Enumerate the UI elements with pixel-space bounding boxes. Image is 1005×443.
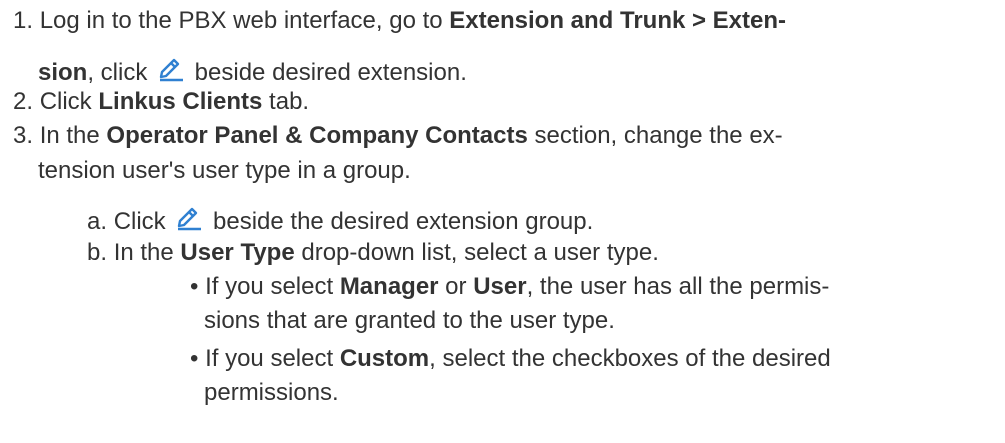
step-text: , select the checkboxes of the desired xyxy=(429,345,831,372)
step-number: 1. xyxy=(13,7,40,34)
step-3-line-2: tension user's user type in a group. xyxy=(38,156,411,186)
bullet: • xyxy=(190,345,206,372)
step-3-line-1: 3. In the Operator Panel & Company Conta… xyxy=(13,121,783,151)
step-text: beside the desired extension group. xyxy=(206,208,594,235)
section-name: Operator Panel & Company Contacts xyxy=(106,122,528,149)
edit-icon xyxy=(156,52,186,82)
user-type-custom: Custom xyxy=(339,345,430,372)
step-text: In the xyxy=(39,122,107,149)
bullet-2-line-2: permissions. xyxy=(204,378,339,408)
menu-path: Extension and Trunk > Exten- xyxy=(449,7,787,34)
bullet-2-line-1: • If you select Custom, select the check… xyxy=(190,344,831,374)
step-text: In the xyxy=(113,239,181,266)
step-text: Click xyxy=(39,88,99,115)
step-text: section, change the ex- xyxy=(527,122,783,149)
step-text: Click xyxy=(113,208,173,235)
substep-a: a. Click beside the desired extension gr… xyxy=(87,201,593,237)
step-1-line-2: sion, click beside desired extension. xyxy=(38,52,467,88)
substep-label: a. xyxy=(87,208,114,235)
bullet-1-line-2: sions that are granted to the user type. xyxy=(204,306,615,336)
bullet-1-line-1: • If you select Manager or User, the use… xyxy=(190,272,829,302)
step-text: tab. xyxy=(262,88,310,115)
user-type-manager: Manager xyxy=(339,273,439,300)
step-text: , the user has all the permis- xyxy=(526,273,830,300)
step-text: or xyxy=(438,273,474,300)
step-text: permissions. xyxy=(204,379,339,406)
step-text: Log in to the PBX web interface, go to xyxy=(39,7,450,34)
substep-b: b. In the User Type drop-down list, sele… xyxy=(87,238,659,268)
step-number: 2. xyxy=(13,88,40,115)
step-text: , click xyxy=(87,59,155,86)
step-text: sions that are granted to the user type. xyxy=(204,307,615,334)
tab-name: Linkus Clients xyxy=(98,88,263,115)
field-name: User Type xyxy=(180,239,295,266)
substep-label: b. xyxy=(87,239,114,266)
step-text: tension user's user type in a group. xyxy=(38,157,411,184)
bullet: • xyxy=(190,273,206,300)
user-type-user: User xyxy=(473,273,527,300)
step-text: If you select xyxy=(205,345,340,372)
menu-path-cont: sion xyxy=(38,59,88,86)
step-number: 3. xyxy=(13,122,40,149)
step-2: 2. Click Linkus Clients tab. xyxy=(13,87,309,117)
step-text: drop-down list, select a user type. xyxy=(294,239,659,266)
step-1-line-1: 1. Log in to the PBX web interface, go t… xyxy=(13,6,786,36)
edit-icon xyxy=(174,201,204,231)
step-text: If you select xyxy=(205,273,340,300)
step-text: beside desired extension. xyxy=(188,59,467,86)
